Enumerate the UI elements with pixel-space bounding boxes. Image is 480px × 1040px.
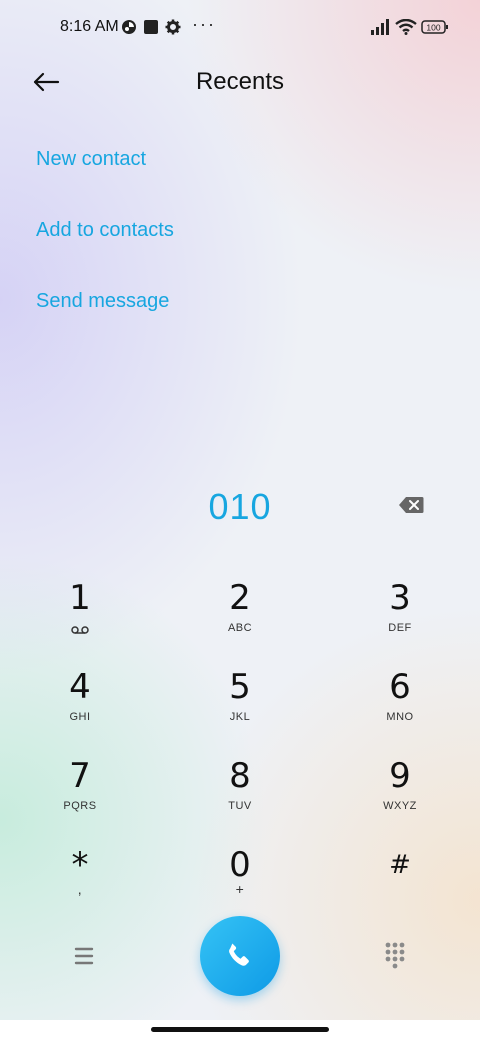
key-digit: #	[389, 850, 411, 880]
key-8[interactable]: 8 TUV	[160, 756, 320, 844]
key-digit: 1	[69, 578, 91, 618]
key-7[interactable]: 7 PQRS	[0, 756, 160, 844]
wifi-icon	[395, 18, 417, 36]
menu-button[interactable]	[68, 942, 100, 970]
key-digit: 6	[389, 667, 411, 707]
call-button[interactable]	[200, 916, 280, 996]
key-3[interactable]: 3 DEF	[320, 578, 480, 666]
key-2[interactable]: 2 ABC	[160, 578, 320, 666]
page-title: Recents	[195, 68, 285, 95]
dialpad-toggle-button[interactable]	[380, 940, 410, 970]
key-digit: 4	[69, 667, 91, 707]
key-digit: *	[71, 845, 89, 885]
key-digit: 5	[229, 667, 251, 707]
battery-icon: 100	[421, 18, 449, 36]
home-indicator[interactable]	[151, 1027, 329, 1032]
backspace-button[interactable]	[398, 496, 426, 518]
status-time: 8:16 AM	[60, 18, 119, 35]
voicemail-icon	[0, 622, 160, 634]
key-digit: 8	[229, 756, 251, 796]
data-saver-icon	[121, 18, 137, 36]
dialed-number-row: 010	[0, 486, 480, 536]
key-letters: GHI	[69, 711, 91, 723]
navigation-bar	[0, 1020, 480, 1040]
status-bar: 8:16 AM ··· 100	[0, 0, 480, 56]
key-letters: WXYZ	[383, 800, 417, 812]
key-letters: PQRS	[63, 800, 97, 812]
key-letters: +	[235, 881, 245, 897]
header: Recents	[0, 56, 480, 108]
battery-level: 100	[426, 23, 440, 33]
key-letters: JKL	[229, 711, 251, 723]
key-letters: ,	[77, 881, 83, 897]
signal-icon	[370, 18, 390, 36]
key-1[interactable]: 1	[0, 578, 160, 666]
key-5[interactable]: 5 JKL	[160, 667, 320, 755]
key-digit: 7	[69, 756, 91, 796]
send-message-link[interactable]: Send message	[36, 290, 169, 313]
menu-icon	[74, 947, 94, 965]
phone-icon	[229, 943, 249, 966]
key-digit: 3	[389, 578, 411, 618]
key-letters: DEF	[388, 622, 412, 634]
square-notification-icon	[143, 18, 159, 36]
key-digit: 9	[389, 756, 411, 796]
key-letters: ABC	[227, 622, 253, 634]
new-contact-link[interactable]: New contact	[36, 148, 146, 171]
gear-icon	[165, 18, 181, 36]
key-letters: TUV	[228, 800, 252, 812]
key-4[interactable]: 4 GHI	[0, 667, 160, 755]
add-to-contacts-link[interactable]: Add to contacts	[36, 219, 174, 242]
key-digit: 2	[229, 578, 251, 618]
backspace-icon	[399, 497, 424, 513]
bottom-bar	[0, 912, 480, 1000]
key-digit: 0	[229, 845, 251, 885]
more-dots-icon: ···	[192, 14, 216, 34]
key-letters: MNO	[386, 711, 414, 723]
key-9[interactable]: 9 WXYZ	[320, 756, 480, 844]
dialpad-icon	[385, 942, 405, 969]
key-6[interactable]: 6 MNO	[320, 667, 480, 755]
